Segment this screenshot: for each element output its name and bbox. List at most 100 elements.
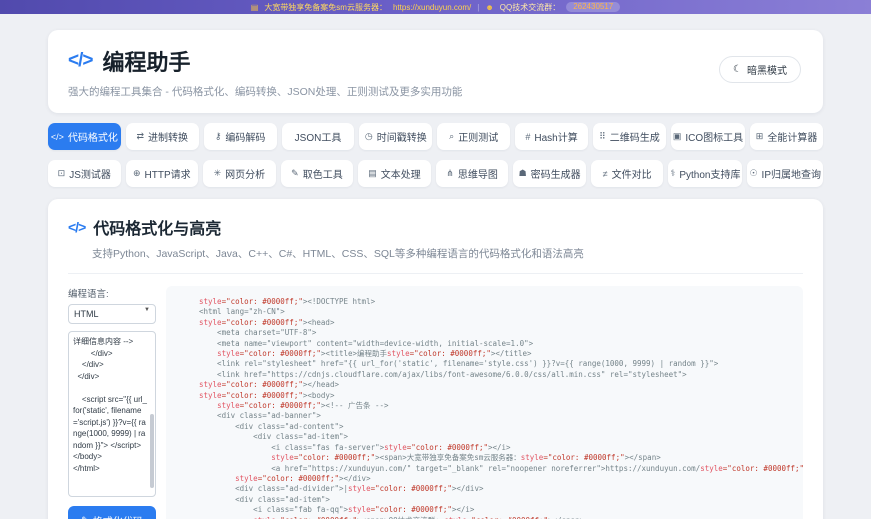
sitemap-icon: ⋔ [446,168,454,179]
code-line: style="color: #0000ff;"><body> [199,391,795,401]
tab-label: HTTP请求 [145,166,191,181]
tab-hash-calculator[interactable]: #Hash计算 [515,123,588,150]
code-formatter-card: </> 代码格式化与高亮 支持Python、JavaScript、Java、C+… [48,199,823,519]
code-line: style="color: #0000ff;"><head> [199,318,795,328]
server-icon: ▤ [251,3,259,12]
code-line: <link href="https://cdnjs.cloudflare.com… [199,370,795,380]
terminal-icon: ⊡ [58,168,66,179]
section-subtitle: 支持Python、JavaScript、Java、C++、C#、HTML、CSS… [92,246,803,261]
image-icon: ▣ [673,131,682,142]
tab-label: 文件对比 [612,166,652,181]
not-equal-icon: ≠ [603,169,608,179]
ad-link[interactable]: https://xunduyun.com/ [393,3,471,12]
code-line: style="color: #0000ff;"></head> [199,380,795,390]
code-line: <meta charset="UTF-8"> [199,328,795,338]
calculator-icon: ⊞ [756,131,764,142]
code-line: style="color: #0000ff;"><span>大宽带独享免备案免s… [199,453,795,463]
tab-mind-map[interactable]: ⋔ 思维导图 [436,160,509,187]
language-select[interactable]: HTML ▼ [68,304,156,324]
page-subtitle: 强大的编程工具集合 - 代码格式化、编码转换、JSON处理、正则测试及更多实用功… [68,84,803,99]
code-input[interactable]: 详细信息内容 --> </div> </div> </div> <script … [68,331,156,497]
tab-label: 文本处理 [381,166,421,181]
tab-label: 代码格式化 [68,129,118,144]
moon-icon: ☾ [733,64,742,75]
tab-label: IP归属地查询 [762,166,821,181]
tab-regex-tester[interactable]: ⌕正则测试 [437,123,510,150]
code-line: <meta name="viewport" content="width=dev… [199,339,795,349]
globe-icon: ☉ [749,168,757,179]
tab-js-tester[interactable]: ⊡JS测试器 [48,160,121,187]
tab-python-library[interactable]: ⚕ Python支持库 [668,160,742,187]
clock-icon: ◷ [365,131,373,142]
code-line: <div class="ad-item"> [199,432,795,442]
code-line: <i class="fab fa-qq">style="color: #0000… [199,505,795,515]
code-line: <div class="ad-banner"> [199,411,795,421]
chevron-down-icon: ▼ [144,307,150,313]
tab-encoder-decoder[interactable]: ⚷编码解码 [204,123,277,150]
code-line: style="color: #0000ff;"><!DOCTYPE html> [199,297,795,307]
tool-tabs-row-2: ⊡JS测试器⊕HTTP请求✳网页分析✎取色工具▤文本处理⋔思维导图☗密码生成器≠… [48,160,823,187]
code-line: <i class="fas fa-server">style="color: #… [199,443,795,453]
python-icon: ⚕ [670,168,675,179]
tab-label: 网页分析 [225,166,265,181]
app-logo-code-icon: </> [68,50,92,72]
tab-label: Python支持库 [679,166,740,181]
scrollbar[interactable] [150,414,154,488]
tab-label: 时间戳转换 [377,129,427,144]
page-container: </> 编程助手 强大的编程工具集合 - 代码格式化、编码转换、JSON处理、正… [0,14,871,519]
tab-label: JSON工具 [295,129,342,144]
dark-mode-button[interactable]: ☾ 暗黑模式 [719,56,801,83]
qrcode-icon: ⠿ [599,131,606,142]
tab-label: 思维导图 [458,166,498,181]
tab-timestamp-converter[interactable]: ◷ 时间戳转换 [359,123,432,150]
section-header: </> 代码格式化与高亮 [68,215,803,239]
banner-divider: | [477,3,479,12]
code-line: style="color: #0000ff;"></div> [199,474,795,484]
tab-web-analyzer[interactable]: ✳网页分析 [203,160,276,187]
ad-text: 大宽带独享免备案免sm云服务器： [264,2,387,13]
tab-color-picker[interactable]: ✎取色工具 [281,160,354,187]
section-title: 代码格式化与高亮 [93,215,221,239]
swap-icon: ⇄ [137,131,145,142]
tab-label: 二维码生成 [610,129,660,144]
app-header-card: </> 编程助手 强大的编程工具集合 - 代码格式化、编码转换、JSON处理、正… [48,30,823,113]
spider-icon: ✳ [214,168,222,179]
tab-text-processor[interactable]: ▤ 文本处理 [358,160,431,187]
tab-base-converter[interactable]: ⇄进制转换 [126,123,199,150]
tab-password-generator[interactable]: ☗密码生成器 [513,160,586,187]
code-line: <div class="ad-divider">|style="color: #… [199,484,795,494]
shield-icon: ☗ [519,168,527,179]
page-title: 编程助手 [102,45,190,77]
code-line: <a href="https://xunduyun.com/" target="… [199,464,795,474]
tab-code-formatter[interactable]: </>代码格式化 [48,123,121,150]
language-selected-value: HTML [74,309,99,319]
code-input-wrap: 详细信息内容 --> </div> </div> </div> <script … [68,331,156,497]
tab-http-request[interactable]: ⊕HTTP请求 [126,160,199,187]
qq-icon: ☻ [485,3,493,12]
tab-ip-lookup[interactable]: ☉ IP归属地查询 [747,160,823,187]
qq-group-label: QQ技术交流群： [500,2,560,13]
file-icon: ▤ [368,168,377,179]
dark-mode-label: 暗黑模式 [747,62,787,77]
code-line: <link rel="stylesheet" href="{{ url_for(… [199,359,795,369]
tab-calculator[interactable]: ⊞全能计算器 [750,123,823,150]
format-code-button[interactable]: ✎ 格式化代码 [68,506,156,519]
code-line: style="color: #0000ff;"><title>编程助手style… [199,349,795,359]
tab-label: 编码解码 [225,129,265,144]
code-line: <div class="ad-content"> [199,422,795,432]
tab-json-tool[interactable]: JSON工具 [282,123,355,150]
tab-label: 正则测试 [458,129,498,144]
pen-icon: ✎ [81,515,89,519]
tab-file-compare[interactable]: ≠ 文件对比 [591,160,664,187]
title-row: </> 编程助手 [68,45,803,77]
tab-ico-tool[interactable]: ▣ICO图标工具 [671,123,745,150]
section-code-icon: </> [68,219,85,235]
code-line: style="color: #0000ff;"><span>QQ技术交流群: s… [199,516,795,519]
tab-qrcode-generator[interactable]: ⠿ 二维码生成 [593,123,666,150]
tool-tabs-row-1: </>代码格式化⇄进制转换⚷编码解码 JSON工具 ◷ 时间戳转换 ⌕正则测试#Hash… [48,123,823,150]
section-divider [68,273,803,274]
qq-group-number-badge[interactable]: 262430517 [566,2,620,12]
tab-label: JS测试器 [69,166,111,181]
tab-label: ICO图标工具 [685,129,743,144]
tab-label: 全能计算器 [767,129,817,144]
